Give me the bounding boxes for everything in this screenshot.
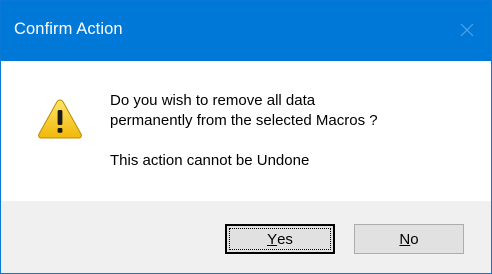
message-spacer	[110, 131, 378, 151]
close-icon	[460, 23, 474, 37]
window-title: Confirm Action	[14, 20, 123, 38]
yes-mnemonic: Y	[267, 230, 278, 248]
yes-button[interactable]: Yes	[225, 224, 335, 254]
no-mnemonic: N	[399, 230, 411, 248]
confirm-dialog: Confirm Action Do you wish to remove all…	[0, 0, 492, 274]
close-button[interactable]	[453, 15, 481, 45]
message-text: Do you wish to remove all data permanent…	[110, 91, 378, 171]
button-bar: Yes No	[1, 201, 491, 273]
message-line-3: This action cannot be Undone	[110, 152, 310, 169]
no-label-rest: o	[410, 230, 419, 248]
title-bar[interactable]: Confirm Action	[1, 1, 491, 61]
message-line-1: Do you wish to remove all data	[110, 92, 316, 109]
warning-icon	[38, 99, 82, 139]
yes-label-rest: es	[277, 230, 293, 248]
message-line-2: permanently from the selected Macros ?	[110, 112, 378, 129]
no-button[interactable]: No	[354, 224, 464, 254]
dialog-content: Do you wish to remove all data permanent…	[1, 61, 491, 201]
